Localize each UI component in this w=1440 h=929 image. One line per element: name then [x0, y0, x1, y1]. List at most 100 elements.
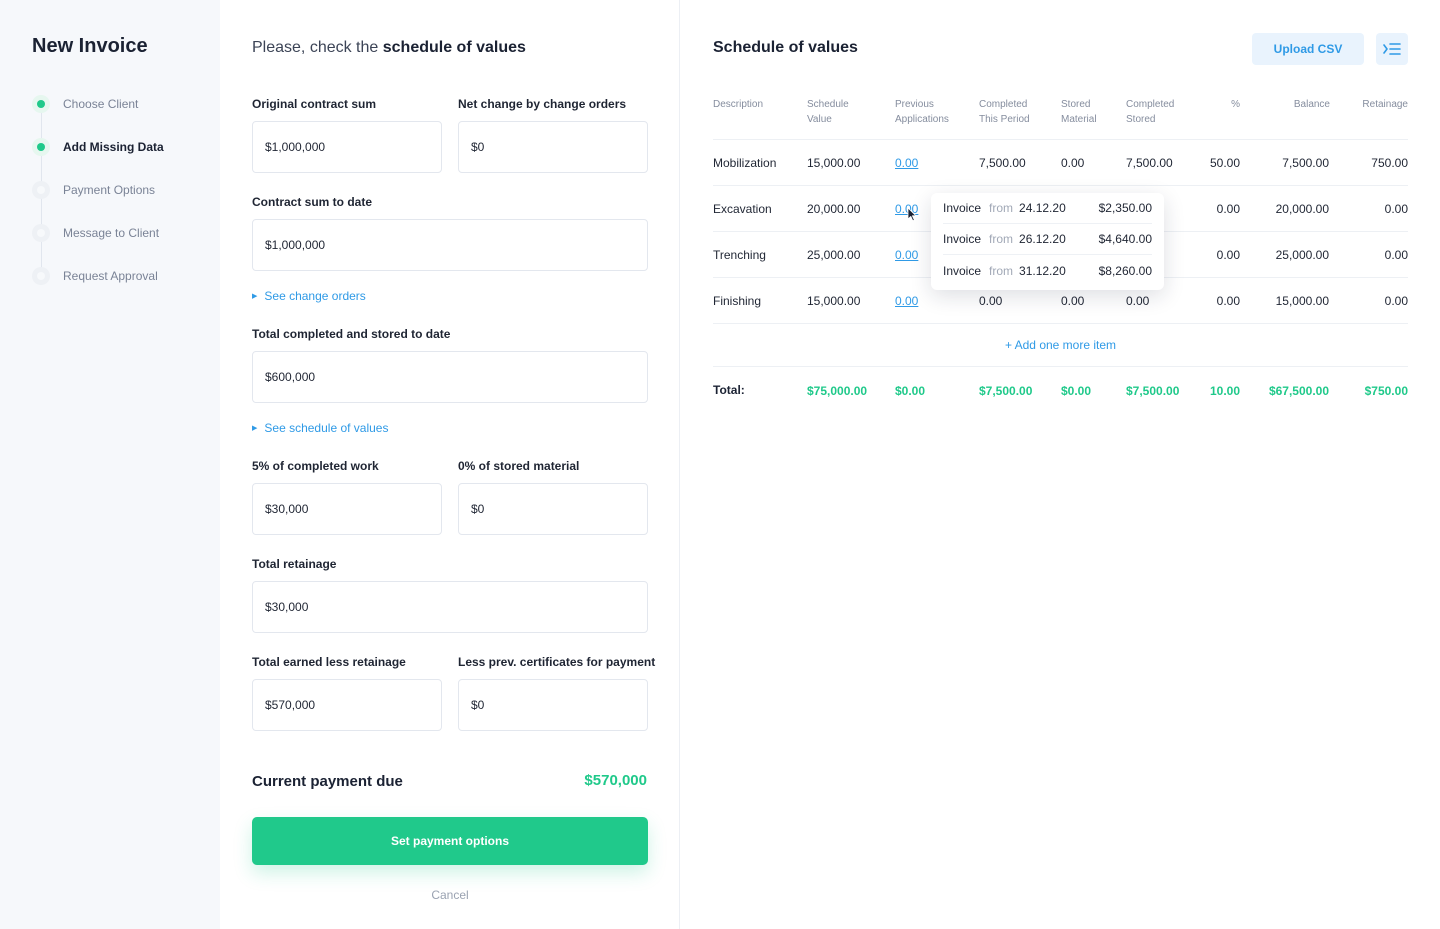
sidebar: New Invoice Choose Client Add Missing Da… [0, 0, 220, 929]
net-change-field[interactable]: $0 [458, 121, 648, 173]
total-earned-less-retainage-field[interactable]: $570,000 [252, 679, 442, 731]
total-completed-stored-label: Total completed and stored to date [252, 327, 451, 341]
total-completed-this-period: $7,500.00 [979, 384, 1033, 398]
step-status-dot [32, 181, 50, 199]
pct-completed-work-field[interactable]: $30,000 [252, 483, 442, 535]
cell-retainage: 0.00 [1384, 248, 1408, 262]
cell-percent: 0.00 [1216, 202, 1240, 216]
table-row: Mobilization 15,000.00 0.00 7,500.00 0.0… [713, 140, 1408, 186]
col-header-percent: % [1231, 99, 1240, 110]
current-payment-due-value: $570,000 [584, 772, 647, 789]
stepper: Choose Client Add Missing Data Payment O… [32, 89, 164, 304]
step-status-dot [32, 138, 50, 156]
form-heading-prefix: Please, check the [252, 39, 379, 56]
sidebar-title: New Invoice [32, 35, 148, 57]
total-retainage-label: Total retainage [252, 557, 337, 571]
popover-invoice-row[interactable]: Invoice from 31.12.20 $8,260.00 [943, 255, 1152, 286]
total-earned-less-retainage-label: Total earned less retainage [252, 655, 406, 669]
cell-retainage: 0.00 [1384, 202, 1408, 216]
step-status-dot [32, 224, 50, 242]
cell-balance: 20,000.00 [1275, 202, 1329, 216]
col-header-description: Description [713, 99, 764, 110]
total-retainage-field[interactable]: $30,000 [252, 581, 648, 633]
step-choose-client[interactable]: Choose Client [32, 89, 164, 132]
cell-balance: 25,000.00 [1275, 248, 1329, 262]
total-schedule-value: $75,000.00 [807, 384, 868, 398]
cell-completed-this-period: 7,500.00 [979, 156, 1026, 170]
step-label: Message to Client [63, 226, 160, 240]
total-retainage: $750.00 [1364, 384, 1408, 398]
cancel-link[interactable]: Cancel [220, 888, 680, 902]
pct-stored-material-field[interactable]: $0 [458, 483, 648, 535]
less-prev-certificates-label: Less prev. certificates for payment [458, 655, 656, 669]
cell-percent: 50.00 [1209, 156, 1240, 170]
net-change-label: Net change by change orders [458, 97, 627, 111]
cell-completed-stored: 7,500.00 [1126, 156, 1173, 170]
step-status-dot [32, 95, 50, 113]
col-header-completed-this-period: Completed This Period [979, 99, 1030, 125]
invoice-form: Please, check the schedule of values Ori… [220, 0, 680, 929]
cell-description: Mobilization [713, 156, 777, 170]
current-payment-due-label: Current payment due [252, 773, 403, 790]
menu-toggle-button[interactable] [1376, 33, 1408, 65]
see-change-orders-label: See change orders [264, 289, 366, 303]
upload-csv-button[interactable]: Upload CSV [1252, 33, 1364, 65]
col-header-retainage: Retainage [1362, 99, 1408, 110]
step-request-approval[interactable]: Request Approval [32, 261, 164, 304]
col-header-stored-material: Stored Material [1061, 99, 1097, 125]
cell-previous-applications-link[interactable]: 0.00 [895, 156, 918, 170]
triangle-right-icon: ▶ [252, 425, 258, 432]
cell-stored-material: 0.00 [1061, 156, 1085, 170]
form-heading: Please, check the schedule of values [252, 39, 526, 57]
menu-collapse-icon [1383, 43, 1401, 55]
contract-sum-to-date-label: Contract sum to date [252, 195, 373, 209]
step-message-to-client[interactable]: Message to Client [32, 218, 164, 261]
add-item-link[interactable]: + Add one more item [713, 338, 1408, 352]
pct-stored-material-label: 0% of stored material [458, 459, 580, 473]
col-header-schedule-value: Schedule Value [807, 99, 849, 125]
triangle-right-icon: ▶ [252, 293, 258, 300]
see-schedule-of-values-label: See schedule of values [264, 421, 389, 435]
cell-completed-this-period: 0.00 [979, 294, 1003, 308]
step-label: Choose Client [63, 97, 139, 111]
total-balance: $67,500.00 [1268, 384, 1329, 398]
cell-balance: 7,500.00 [1282, 156, 1329, 170]
total-percent: 10.00 [1209, 384, 1240, 398]
popover-invoice-row[interactable]: Invoice from 26.12.20 $4,640.00 [943, 224, 1152, 255]
cell-retainage: 0.00 [1384, 294, 1408, 308]
cell-percent: 0.00 [1216, 294, 1240, 308]
col-header-previous-applications: Previous Applications [895, 99, 949, 125]
cell-schedule-value: 15,000.00 [807, 294, 861, 308]
cell-schedule-value: 20,000.00 [807, 202, 861, 216]
see-change-orders-toggle[interactable]: ▶ See change orders [252, 289, 366, 303]
step-label: Request Approval [63, 269, 158, 283]
see-schedule-of-values-toggle[interactable]: ▶ See schedule of values [252, 421, 388, 435]
step-add-missing-data[interactable]: Add Missing Data [32, 132, 164, 175]
set-payment-options-button[interactable]: Set payment options [252, 817, 648, 865]
totals-label: Total: [713, 383, 745, 397]
step-status-dot [32, 267, 50, 285]
step-label: Payment Options [63, 183, 156, 197]
cell-description: Finishing [713, 294, 762, 308]
cell-completed-stored: 0.00 [1126, 294, 1150, 308]
cell-balance: 15,000.00 [1275, 294, 1329, 308]
step-label: Add Missing Data [63, 140, 164, 154]
total-previous-applications: $0.00 [895, 384, 926, 398]
original-contract-sum-label: Original contract sum [252, 97, 377, 111]
mouse-pointer-icon [907, 207, 917, 222]
original-contract-sum-field[interactable]: $1,000,000 [252, 121, 442, 173]
step-payment-options[interactable]: Payment Options [32, 175, 164, 218]
pct-completed-work-label: 5% of completed work [252, 459, 379, 473]
less-prev-certificates-field[interactable]: $0 [458, 679, 648, 731]
total-completed-stored-field[interactable]: $600,000 [252, 351, 648, 403]
popover-invoice-row[interactable]: Invoice from 24.12.20 $2,350.00 [943, 193, 1152, 224]
contract-sum-to-date-field[interactable]: $1,000,000 [252, 219, 648, 271]
cell-stored-material: 0.00 [1061, 294, 1085, 308]
schedule-of-values-panel: Schedule of values Upload CSV Descriptio… [681, 0, 1440, 929]
cell-schedule-value: 25,000.00 [807, 248, 861, 262]
cell-previous-applications-link[interactable]: 0.00 [895, 248, 918, 262]
cell-schedule-value: 15,000.00 [807, 156, 861, 170]
cell-previous-applications-link[interactable]: 0.00 [895, 294, 918, 308]
totals-divider [713, 366, 1408, 367]
cell-percent: 0.00 [1216, 248, 1240, 262]
